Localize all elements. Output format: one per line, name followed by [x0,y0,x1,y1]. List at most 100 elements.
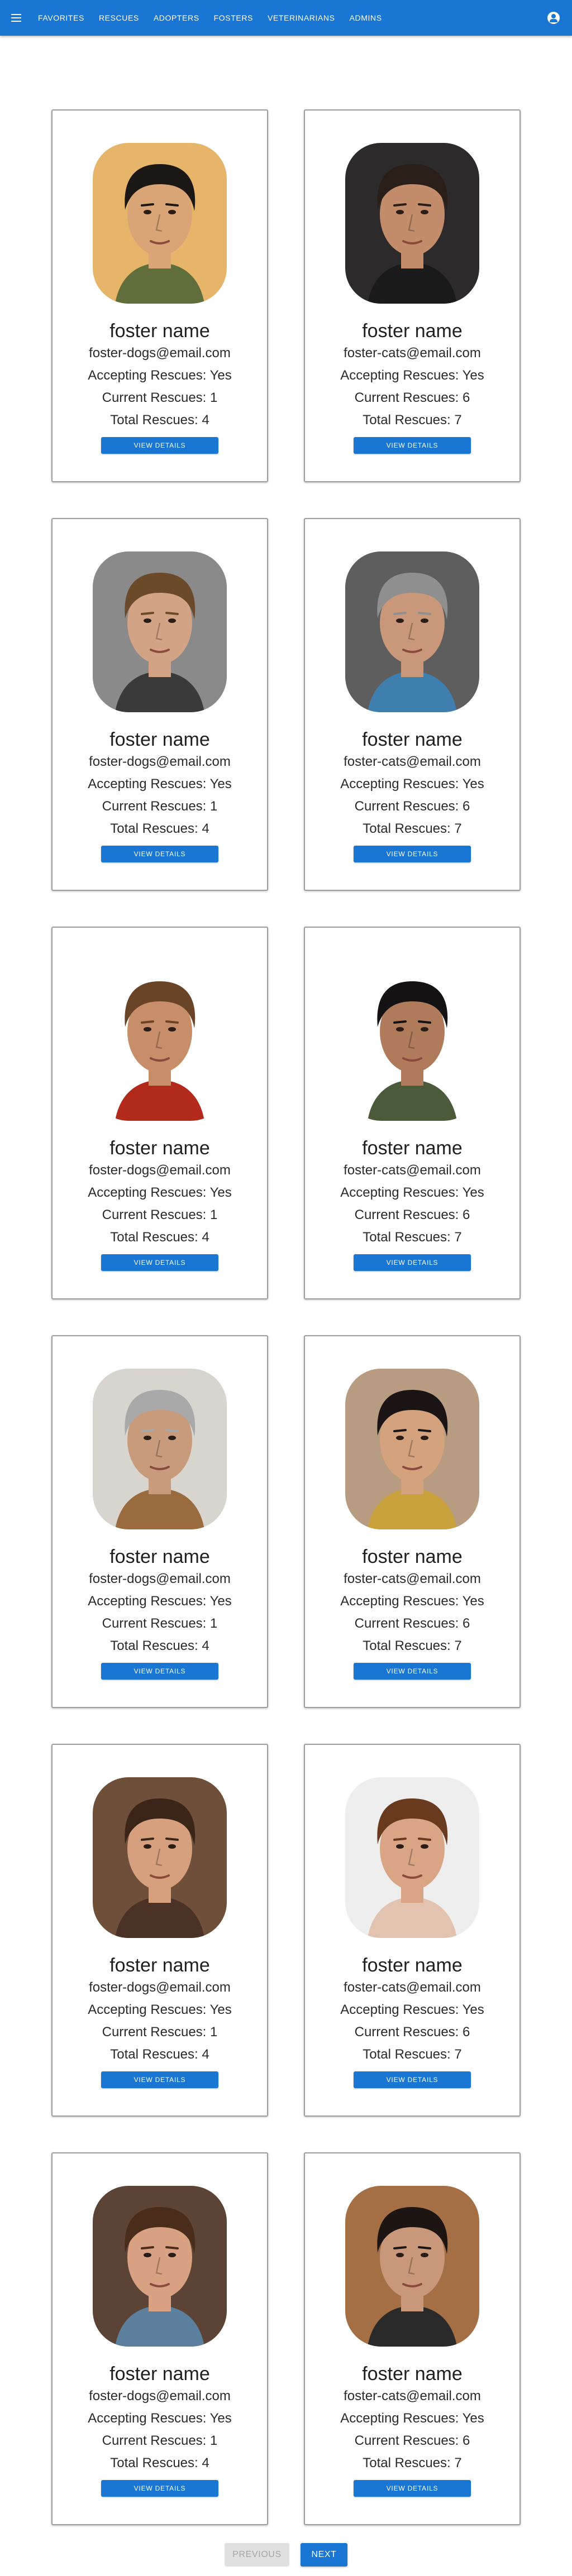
foster-email: foster-dogs@email.com [89,754,231,769]
view-details-button[interactable]: VIEW DETAILS [101,2480,218,2497]
total-rescues: Total Rescues: 7 [363,1230,462,1245]
total-rescues: Total Rescues: 7 [363,412,462,428]
accepting-rescues: Accepting Rescues: Yes [88,368,232,383]
accepting-rescues: Accepting Rescues: Yes [88,776,232,791]
foster-photo [345,960,479,1121]
current-rescues: Current Rescues: 6 [354,1207,470,1222]
current-rescues: Current Rescues: 1 [102,2025,218,2040]
view-details-button[interactable]: VIEW DETAILS [101,2071,218,2088]
view-details-button[interactable]: VIEW DETAILS [354,2480,471,2497]
foster-name: foster name [109,2363,210,2385]
foster-name: foster name [362,2363,463,2385]
foster-card: foster name foster-dogs@email.com Accept… [51,927,268,1299]
view-details-button[interactable]: VIEW DETAILS [101,1663,218,1680]
foster-photo [345,143,479,304]
accepting-rescues: Accepting Rescues: Yes [88,2411,232,2426]
current-rescues: Current Rescues: 6 [354,799,470,814]
foster-card: foster name foster-dogs@email.com Accept… [51,1335,268,1708]
total-rescues: Total Rescues: 4 [110,821,209,836]
view-details-button[interactable]: VIEW DETAILS [354,1663,471,1680]
foster-card: foster name foster-dogs@email.com Accept… [51,518,268,891]
total-rescues: Total Rescues: 4 [110,1230,209,1245]
foster-email: foster-dogs@email.com [89,1571,231,1586]
view-details-button[interactable]: VIEW DETAILS [354,1254,471,1271]
foster-card: foster name foster-cats@email.com Accept… [304,518,521,891]
total-rescues: Total Rescues: 7 [363,1638,462,1653]
foster-grid: foster name foster-dogs@email.com Accept… [51,109,521,2525]
foster-name: foster name [109,320,210,342]
foster-email: foster-dogs@email.com [89,1980,231,1995]
foster-name: foster name [362,1955,463,1976]
pagination: PREVIOUS NEXT [0,2543,572,2567]
foster-card: foster name foster-cats@email.com Accept… [304,2152,521,2525]
foster-email: foster-cats@email.com [344,1980,481,1995]
foster-email: foster-cats@email.com [344,1163,481,1178]
accepting-rescues: Accepting Rescues: Yes [340,1185,484,1200]
previous-button: PREVIOUS [225,2543,289,2567]
accepting-rescues: Accepting Rescues: Yes [88,1185,232,1200]
foster-photo [93,551,227,712]
app-bar: FAVORITES RESCUES ADOPTERS FOSTERS VETER… [0,0,572,36]
foster-name: foster name [362,729,463,750]
foster-card: foster name foster-dogs@email.com Accept… [51,1744,268,2117]
foster-email: foster-cats@email.com [344,1571,481,1586]
total-rescues: Total Rescues: 7 [363,2455,462,2471]
current-rescues: Current Rescues: 1 [102,390,218,405]
current-rescues: Current Rescues: 1 [102,799,218,814]
foster-photo [345,1369,479,1529]
main-nav: FAVORITES RESCUES ADOPTERS FOSTERS VETER… [31,0,390,36]
foster-name: foster name [362,320,463,342]
nav-admins[interactable]: ADMINS [350,13,382,22]
accepting-rescues: Accepting Rescues: Yes [340,776,484,791]
view-details-button[interactable]: VIEW DETAILS [354,437,471,454]
foster-photo [345,551,479,712]
foster-card: foster name foster-cats@email.com Accept… [304,927,521,1299]
view-details-button[interactable]: VIEW DETAILS [101,437,218,454]
view-details-button[interactable]: VIEW DETAILS [354,846,471,862]
view-details-button[interactable]: VIEW DETAILS [101,1254,218,1271]
foster-email: foster-dogs@email.com [89,2388,231,2404]
view-details-button[interactable]: VIEW DETAILS [101,846,218,862]
foster-name: foster name [109,1138,210,1159]
foster-email: foster-cats@email.com [344,2388,481,2404]
accepting-rescues: Accepting Rescues: Yes [88,1594,232,1609]
total-rescues: Total Rescues: 4 [110,2047,209,2062]
accepting-rescues: Accepting Rescues: Yes [88,2002,232,2017]
account-circle-icon[interactable] [547,12,560,24]
foster-name: foster name [109,1955,210,1976]
nav-favorites[interactable]: FAVORITES [38,13,84,22]
foster-email: foster-dogs@email.com [89,346,231,361]
current-rescues: Current Rescues: 6 [354,2025,470,2040]
foster-name: foster name [362,1546,463,1567]
foster-card: foster name foster-dogs@email.com Accept… [51,109,268,482]
menu-icon[interactable] [10,11,23,25]
nav-fosters[interactable]: FOSTERS [214,13,253,22]
current-rescues: Current Rescues: 1 [102,1207,218,1222]
total-rescues: Total Rescues: 7 [363,2047,462,2062]
total-rescues: Total Rescues: 7 [363,821,462,836]
foster-card: foster name foster-cats@email.com Accept… [304,1335,521,1708]
foster-name: foster name [109,1546,210,1567]
current-rescues: Current Rescues: 6 [354,2433,470,2448]
foster-email: foster-cats@email.com [344,346,481,361]
total-rescues: Total Rescues: 4 [110,2455,209,2471]
foster-email: foster-cats@email.com [344,754,481,769]
foster-card: foster name foster-cats@email.com Accept… [304,1744,521,2117]
accepting-rescues: Accepting Rescues: Yes [340,1594,484,1609]
foster-photo [93,1369,227,1529]
foster-photo [93,2186,227,2347]
accepting-rescues: Accepting Rescues: Yes [340,368,484,383]
foster-photo [345,2186,479,2347]
foster-card: foster name foster-dogs@email.com Accept… [51,2152,268,2525]
current-rescues: Current Rescues: 6 [354,1616,470,1631]
current-rescues: Current Rescues: 1 [102,2433,218,2448]
nav-veterinarians[interactable]: VETERINARIANS [268,13,335,22]
next-button[interactable]: NEXT [301,2543,347,2567]
nav-adopters[interactable]: ADOPTERS [154,13,199,22]
foster-name: foster name [362,1138,463,1159]
view-details-button[interactable]: VIEW DETAILS [354,2071,471,2088]
total-rescues: Total Rescues: 4 [110,412,209,428]
foster-name: foster name [109,729,210,750]
nav-rescues[interactable]: RESCUES [99,13,139,22]
foster-photo [345,1777,479,1938]
